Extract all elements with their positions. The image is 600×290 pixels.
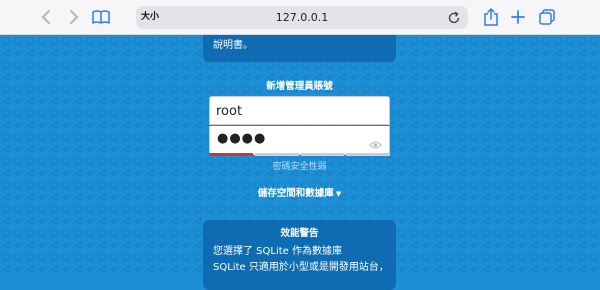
warning-text: 您選擇了 SQLite 作為數據庫 bbox=[213, 246, 342, 257]
bookmarks-icon[interactable] bbox=[89, 0, 113, 34]
show-password-icon[interactable] bbox=[369, 135, 382, 149]
new-tab-icon[interactable] bbox=[506, 0, 530, 34]
warning-text: SQLite 只適用於小型或是開發用站台， bbox=[213, 262, 389, 273]
storage-database-label: 儲存空間和數據庫 bbox=[257, 188, 334, 199]
share-icon[interactable] bbox=[479, 0, 503, 34]
url-text[interactable]: 127.0.0.1 bbox=[136, 6, 468, 29]
strength-segment bbox=[209, 153, 253, 156]
performance-warning-box: 效能警告 您選擇了 SQLite 作為數據庫 SQLite 只適用於小型或是開發… bbox=[203, 220, 396, 290]
storage-database-toggle[interactable]: 儲存空間和數據庫 ▼ bbox=[203, 185, 396, 199]
admin-section-title: 新增管理員賬號 bbox=[266, 81, 333, 92]
password-strength-meter bbox=[209, 153, 390, 156]
password-field[interactable]: ●●●● bbox=[209, 126, 390, 155]
browser-toolbar: 大小 127.0.0.1 bbox=[0, 0, 600, 35]
back-icon[interactable] bbox=[34, 0, 58, 34]
password-input[interactable]: ●●●● bbox=[217, 131, 266, 146]
password-strength-label: 密碼安全性弱 bbox=[272, 162, 327, 172]
strength-segment bbox=[300, 153, 345, 156]
caret-down-icon: ▼ bbox=[335, 190, 342, 198]
address-bar[interactable]: 大小 127.0.0.1 bbox=[136, 6, 468, 29]
username-field[interactable] bbox=[209, 96, 390, 125]
reload-icon[interactable] bbox=[447, 10, 461, 24]
tabs-overview-icon[interactable] bbox=[535, 0, 559, 34]
info-text-link[interactable]: 說明書。 bbox=[213, 40, 253, 51]
username-input[interactable] bbox=[216, 100, 366, 122]
strength-segment bbox=[254, 153, 299, 156]
forward-icon[interactable] bbox=[62, 0, 86, 34]
strength-segment bbox=[346, 153, 390, 156]
warning-title: 效能警告 bbox=[280, 228, 319, 239]
